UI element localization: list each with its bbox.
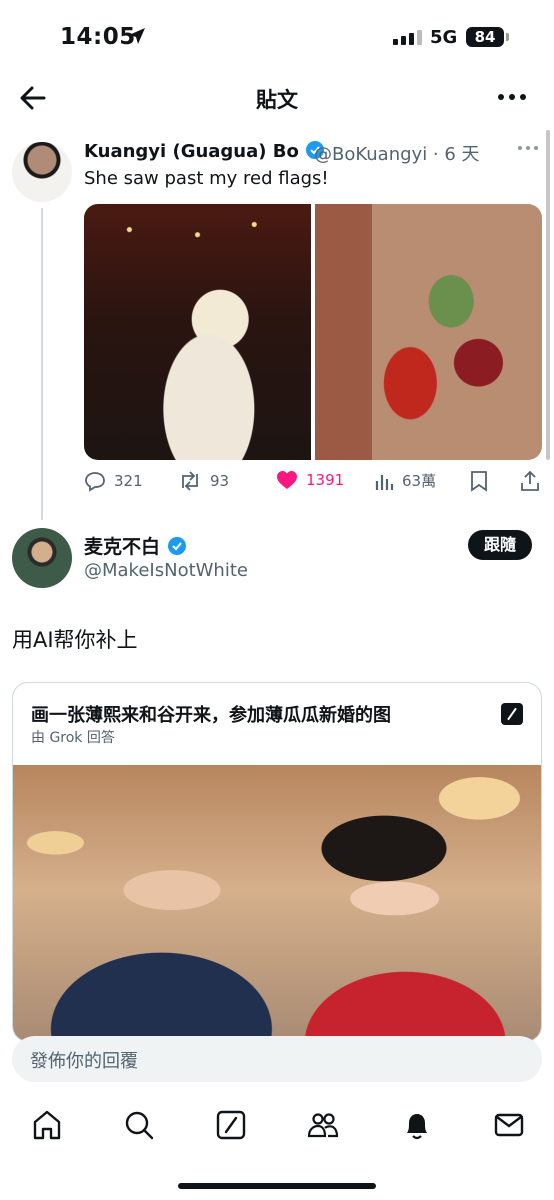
views-count: 63萬 xyxy=(402,472,437,490)
cellular-signal-icon xyxy=(393,30,422,45)
post-text: 用AI帮你补上 xyxy=(12,628,138,652)
author-name: 麦克不白 xyxy=(84,536,161,558)
like-action[interactable]: 1391 xyxy=(276,470,344,490)
messages-mail-icon[interactable] xyxy=(492,1108,526,1142)
status-bar: 14:05 5G 84 xyxy=(0,0,554,72)
like-count: 1391 xyxy=(306,471,345,489)
status-time: 14:05 xyxy=(60,24,136,50)
heart-filled-icon xyxy=(277,471,297,489)
battery-level: 84 xyxy=(474,28,496,46)
location-arrow-icon xyxy=(129,28,145,44)
views-chart-icon xyxy=(375,474,394,490)
home-indicator xyxy=(178,1183,376,1189)
grok-generated-image[interactable] xyxy=(13,765,541,1041)
tweet-actions: 321 93 1391 63萬 xyxy=(84,470,542,498)
notifications-bell-icon[interactable] xyxy=(400,1108,434,1142)
reply-placeholder: 發佈你的回覆 xyxy=(30,1051,138,1072)
follow-button[interactable]: 跟隨 xyxy=(468,530,532,560)
retweet-icon xyxy=(182,471,198,491)
quoted-text: She saw past my red flags! xyxy=(84,168,329,189)
thread-line xyxy=(41,208,43,520)
retweet-action[interactable]: 93 xyxy=(178,470,229,492)
quoted-more-icon[interactable] xyxy=(518,146,538,150)
grok-tab-icon[interactable] xyxy=(214,1108,248,1142)
reply-action[interactable]: 321 xyxy=(84,470,143,492)
battery-icon: 84 xyxy=(466,27,509,47)
wedding-photo-walk[interactable] xyxy=(315,204,542,460)
bottom-tab-bar xyxy=(0,1098,554,1154)
network-type: 5G xyxy=(430,27,458,48)
quoted-handle-time: @BoKuangyi · 6 天 xyxy=(314,144,480,165)
author[interactable]: 麦克不白 xyxy=(84,532,187,559)
home-icon[interactable] xyxy=(30,1108,64,1142)
more-options-icon[interactable] xyxy=(498,94,526,100)
search-icon[interactable] xyxy=(122,1108,156,1142)
grok-prompt: 画一张薄熙来和谷开来，参加薄瓜瓜新婚的图 xyxy=(31,705,391,726)
bookmark-icon[interactable] xyxy=(470,470,488,492)
reply-icon xyxy=(85,472,105,492)
scrollbar[interactable] xyxy=(546,130,550,460)
quoted-author[interactable]: Kuangyi (Guagua) Bo xyxy=(84,140,325,162)
grok-card[interactable]: 画一张薄熙来和谷开来，参加薄瓜瓜新婚的图 由 Grok 回答 xyxy=(12,682,542,1042)
share-icon[interactable] xyxy=(520,470,540,492)
reply-input[interactable]: 發佈你的回覆 xyxy=(12,1036,542,1082)
author-avatar[interactable] xyxy=(12,528,72,588)
grok-icon xyxy=(501,703,523,725)
quoted-media[interactable] xyxy=(84,204,542,460)
author-handle: @MakeIsNotWhite xyxy=(84,560,248,581)
reply-count: 321 xyxy=(114,472,143,490)
quoted-author-name: Kuangyi (Guagua) Bo xyxy=(84,141,299,162)
top-nav: 貼文 xyxy=(0,72,554,124)
views-action[interactable]: 63萬 xyxy=(374,470,436,491)
grok-subtitle: 由 Grok 回答 xyxy=(31,730,115,746)
verified-badge-icon xyxy=(167,537,186,555)
page-title: 貼文 xyxy=(256,88,298,112)
wedding-photo-kiss[interactable] xyxy=(84,204,311,460)
quoted-avatar[interactable] xyxy=(12,142,72,202)
communities-icon[interactable] xyxy=(306,1108,340,1142)
retweet-count: 93 xyxy=(210,472,230,490)
